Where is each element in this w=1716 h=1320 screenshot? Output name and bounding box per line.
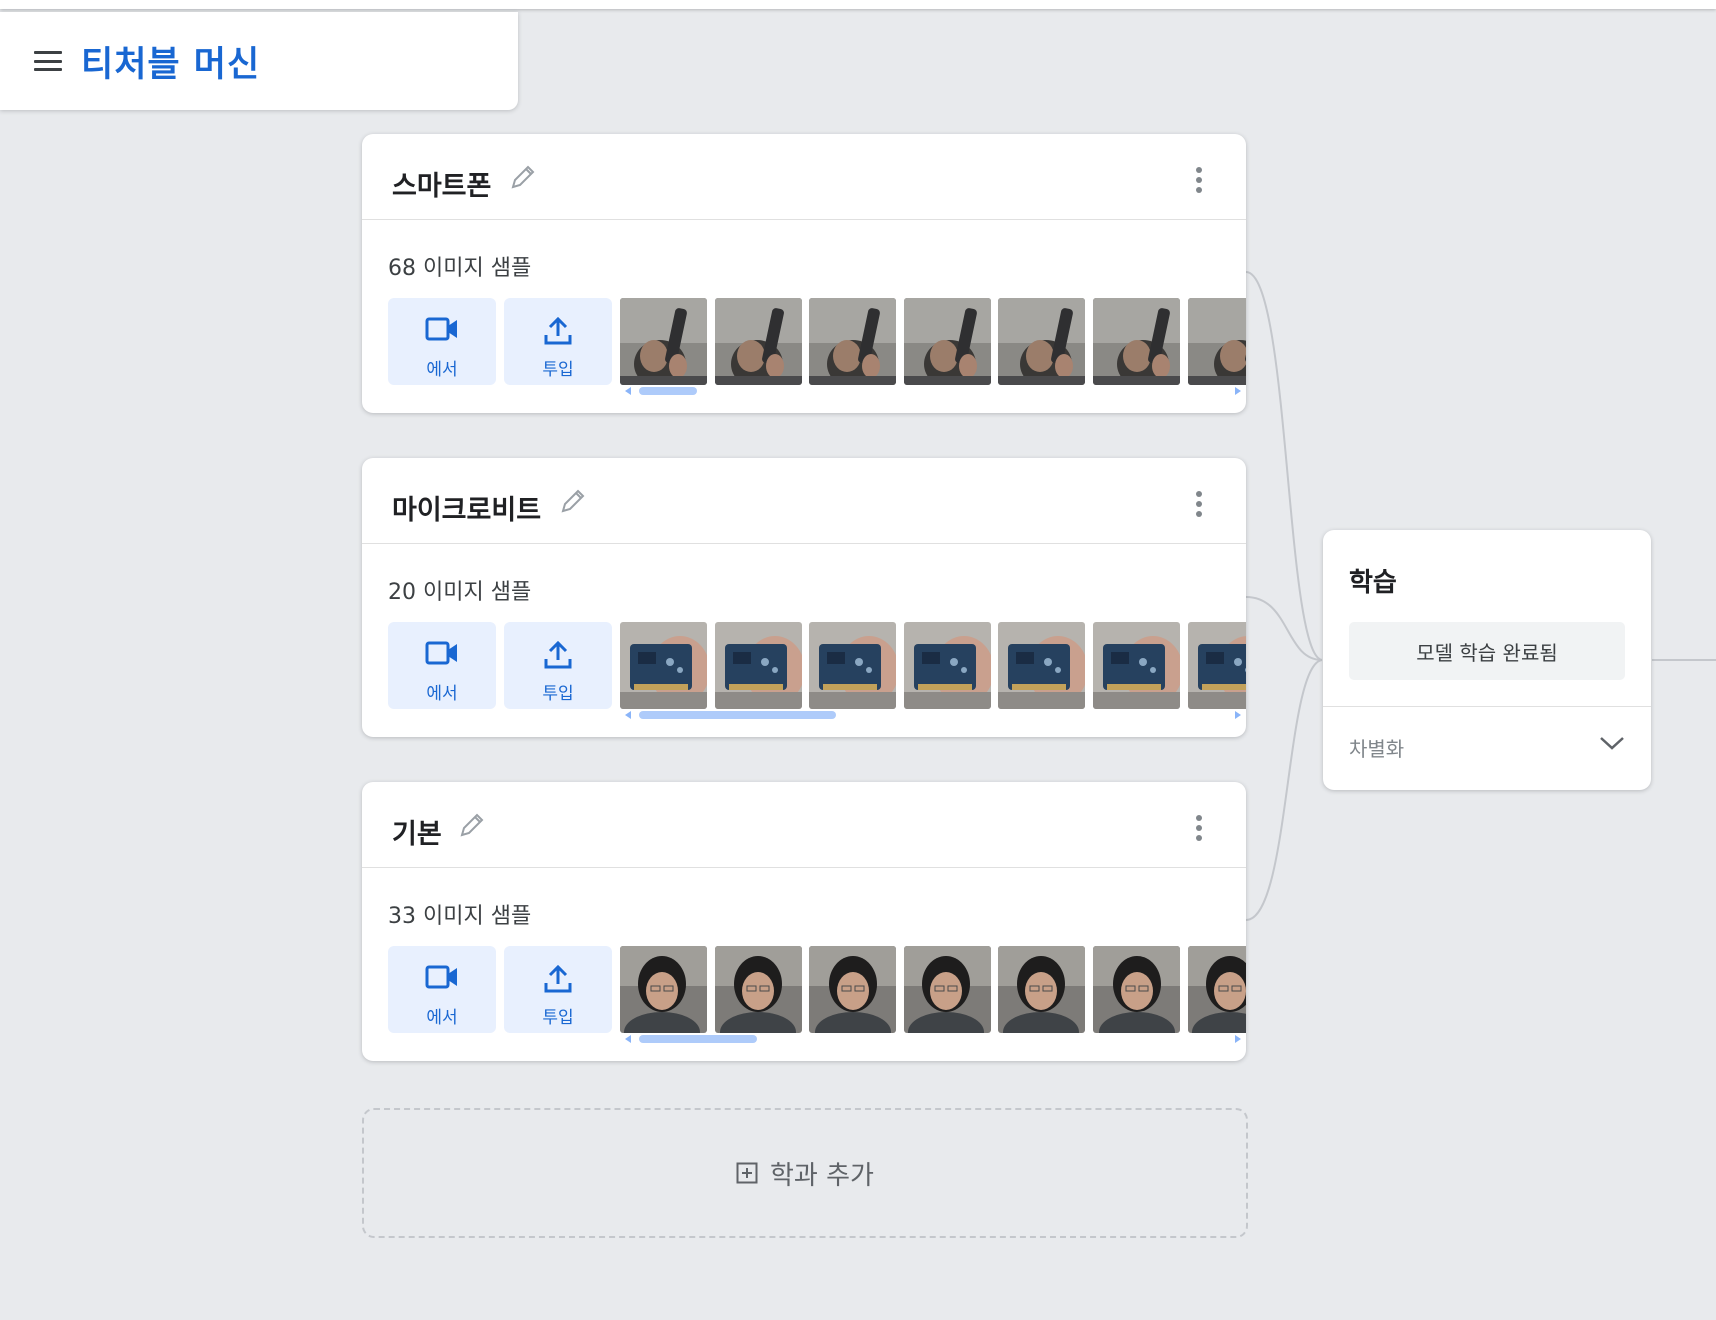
sample-thumbnail[interactable] [620, 946, 707, 1033]
sample-thumbnail[interactable] [998, 946, 1085, 1033]
sample-thumbnail[interactable] [904, 622, 991, 709]
sample-thumbnail[interactable] [904, 298, 991, 385]
scroll-right-arrow[interactable] [1235, 387, 1241, 395]
sample-thumbnail[interactable] [809, 622, 896, 709]
class-card-default: 기본 33 이미지 샘플 에서 투입 [362, 782, 1246, 1061]
sample-thumbnails[interactable] [620, 622, 1246, 709]
video-camera-icon [425, 317, 457, 341]
scroll-right-arrow[interactable] [1235, 711, 1241, 719]
more-options-icon[interactable] [1194, 490, 1204, 518]
sample-thumbnail[interactable] [715, 946, 802, 1033]
webcam-button[interactable]: 에서 [388, 298, 496, 385]
sample-count: 20 이미지 샘플 [388, 580, 532, 605]
sample-thumbnail[interactable] [904, 946, 991, 1033]
upload-button[interactable]: 투입 [504, 298, 612, 385]
sample-thumbnail[interactable] [809, 298, 896, 385]
sample-thumbnail[interactable] [715, 622, 802, 709]
scroll-left-arrow[interactable] [625, 1035, 631, 1043]
train-model-button[interactable]: 모델 학습 완료됨 [1349, 622, 1625, 680]
scrollbar-thumb[interactable] [639, 1035, 757, 1043]
video-camera-icon [425, 965, 457, 989]
class-card-header: 스마트폰 [362, 134, 1246, 220]
training-title: 학습 [1349, 568, 1397, 598]
sample-thumbnail[interactable] [1188, 946, 1246, 1033]
add-box-icon [736, 1162, 758, 1184]
more-options-icon[interactable] [1194, 814, 1204, 842]
class-name[interactable]: 기본 [392, 812, 442, 851]
scrollbar-thumb[interactable] [639, 387, 697, 395]
sample-thumbnail[interactable] [715, 298, 802, 385]
more-options-icon[interactable] [1194, 166, 1204, 194]
sample-thumbnails[interactable] [620, 298, 1246, 385]
scroll-left-arrow[interactable] [625, 387, 631, 395]
sample-count: 68 이미지 샘플 [388, 256, 532, 281]
scrollbar-thumb[interactable] [639, 711, 836, 719]
video-camera-icon [425, 641, 457, 665]
sample-thumbnail[interactable] [620, 298, 707, 385]
scroll-right-arrow[interactable] [1235, 1035, 1241, 1043]
chevron-down-icon [1600, 737, 1624, 750]
edit-pencil-icon[interactable] [457, 810, 487, 840]
upload-icon [544, 316, 572, 345]
sample-thumbnail[interactable] [1188, 622, 1246, 709]
advanced-label: 차별화 [1349, 737, 1405, 761]
edit-pencil-icon[interactable] [508, 162, 538, 192]
webcam-button[interactable]: 에서 [388, 622, 496, 709]
edit-pencil-icon[interactable] [558, 486, 588, 516]
advanced-toggle[interactable]: 차별화 [1323, 707, 1651, 790]
class-name[interactable]: 스마트폰 [392, 164, 491, 203]
upload-icon [544, 640, 572, 669]
webcam-button[interactable]: 에서 [388, 946, 496, 1033]
training-panel: 학습 모델 학습 완료됨 차별화 [1323, 530, 1651, 790]
upload-button[interactable]: 투입 [504, 622, 612, 709]
sample-thumbnail[interactable] [620, 622, 707, 709]
sample-thumbnail[interactable] [1093, 298, 1180, 385]
add-class-label: 학과 추가 [770, 1160, 874, 1191]
upload-button[interactable]: 투입 [504, 946, 612, 1033]
scroll-left-arrow[interactable] [625, 711, 631, 719]
sample-thumbnails[interactable] [620, 946, 1246, 1033]
class-card-smartphone: 스마트폰 68 이미지 샘플 에서 투입 [362, 134, 1246, 413]
class-card-header: 마이크로비트 [362, 458, 1246, 544]
sample-thumbnail[interactable] [1093, 946, 1180, 1033]
sample-thumbnail[interactable] [1188, 298, 1246, 385]
sample-thumbnail[interactable] [1093, 622, 1180, 709]
add-class-button[interactable]: 학과 추가 [362, 1108, 1248, 1238]
sample-thumbnail[interactable] [998, 298, 1085, 385]
sample-count: 33 이미지 샘플 [388, 904, 532, 929]
upload-icon [544, 964, 572, 993]
class-name[interactable]: 마이크로비트 [392, 488, 541, 527]
class-card-header: 기본 [362, 782, 1246, 868]
class-card-microbit: 마이크로비트 20 이미지 샘플 에서 투입 [362, 458, 1246, 737]
sample-thumbnail[interactable] [998, 622, 1085, 709]
sample-thumbnail[interactable] [809, 946, 896, 1033]
